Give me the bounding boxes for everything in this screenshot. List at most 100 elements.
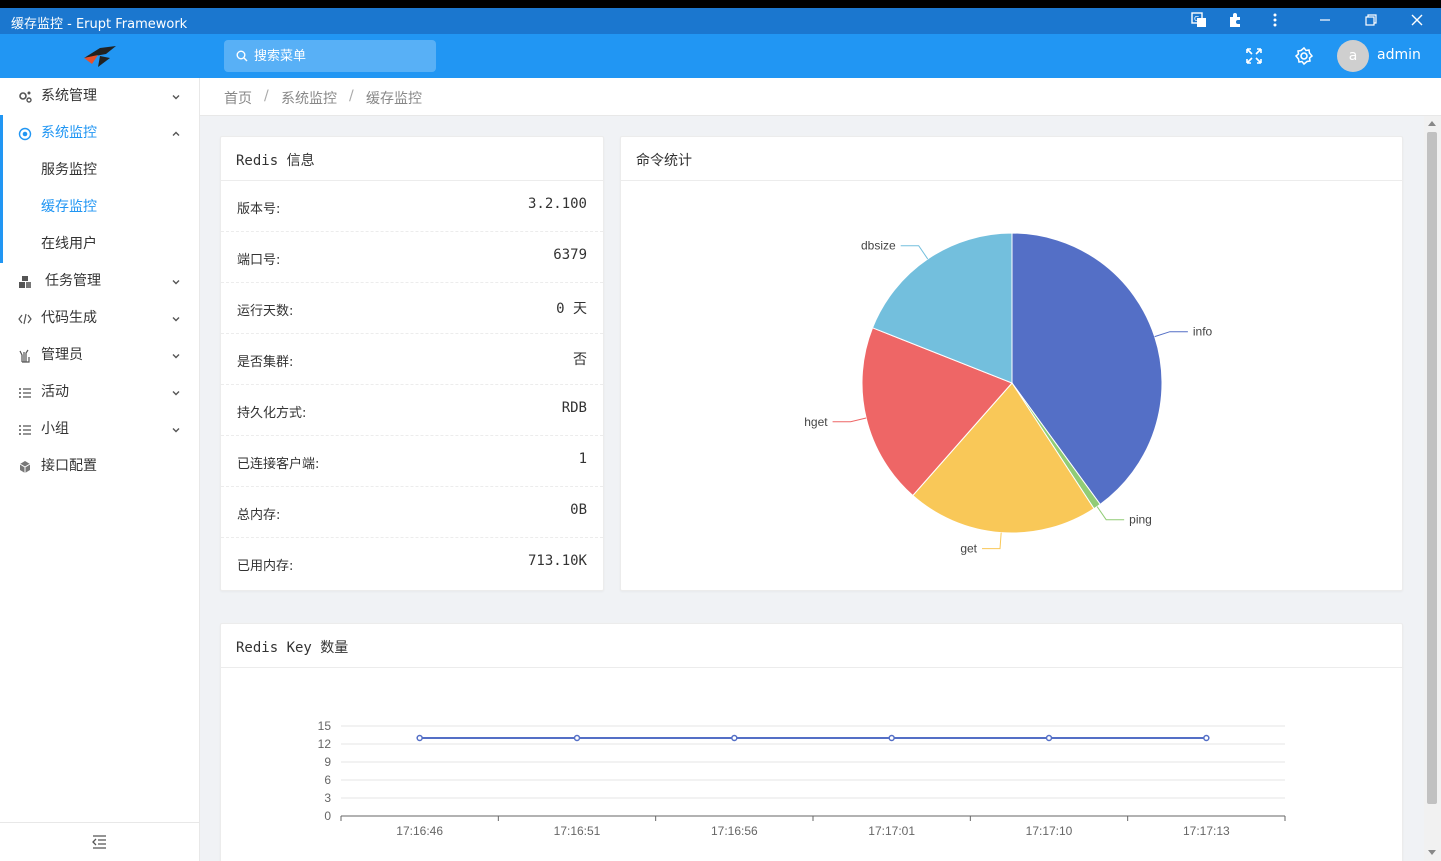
submenu-item-service-monitor[interactable]: 服务监控 [0,152,196,189]
list-icon [19,388,31,398]
data-point[interactable] [1045,734,1053,742]
info-label: 版本号: [237,202,281,217]
info-label: 端口号: [237,253,281,268]
code-icon [18,313,32,325]
data-point[interactable] [1203,734,1210,742]
chevron-down-icon [172,391,180,396]
data-point[interactable] [888,734,895,742]
data-point[interactable] [731,734,738,742]
sidebar-item-system-management[interactable]: 系统管理 [0,78,199,115]
list-icon [19,425,31,435]
breadcrumb-separator: / [349,88,354,104]
key-count-card: Redis Key 数量 0 3 6 9 12 15 17:16:46 17:16:51 17:… [220,623,1403,861]
y-tick-label: 12 [318,737,332,751]
chevron-down-icon [172,95,180,100]
chevron-down-icon [172,317,180,322]
sidebar-item-label: 活动 [41,384,69,400]
pie-label-line [1096,506,1125,521]
close-icon[interactable] [1408,12,1426,30]
scroll-up-icon[interactable] [1428,121,1436,126]
info-row: 是否集群: 否 [221,334,603,385]
data-point[interactable] [573,734,581,742]
card-title: Redis 信息 [236,153,315,169]
logo[interactable] [0,34,200,78]
redis-info-card: Redis 信息 版本号: 3.2.100 端口号: 6379 运行天数: 0 天是否集群… [220,136,604,591]
search-box[interactable] [224,40,436,72]
pie-label: get [960,542,977,556]
info-label: 运行天数: [237,304,294,319]
sidebar-item-label: 管理员 [41,347,83,363]
scrollbar-thumb[interactable] [1427,132,1437,804]
sidebar-item-group[interactable]: 小组 [0,411,199,448]
fullscreen-icon[interactable] [1244,46,1264,66]
cube-icon [19,461,31,473]
avatar[interactable]: a [1337,40,1369,72]
search-icon [236,50,248,62]
sidebar-item-label: 接口配置 [41,458,97,474]
sidebar-item-system-monitor[interactable]: 系统监控 [0,115,199,152]
x-tick-label: 17:17:13 [1183,824,1230,838]
pie-label: hget [804,415,828,429]
info-value: RDB [561,400,587,416]
y-tick-label: 3 [324,791,331,805]
sidebar-item-label: 系统管理 [41,88,97,104]
submenu-item-online-users[interactable]: 在线用户 [0,226,196,263]
x-tick-label: 17:17:10 [1026,824,1073,838]
info-row: 运行天数: 0 天 [221,283,603,334]
extensions-icon[interactable] [1226,12,1244,30]
submenu-item-cache-monitor[interactable]: 缓存监控 [0,189,196,226]
sidebar-footer [0,822,199,861]
chevron-down-icon [172,428,180,433]
breadcrumb-system-monitor[interactable]: 系统监控 [281,88,337,108]
window-titlebar: 缓存监控 - Erupt Framework G [0,0,1441,34]
translate-icon[interactable]: G [1190,12,1208,30]
pie-label-line [832,417,867,423]
pie-label-line [900,245,929,260]
app-header: a admin [0,34,1441,78]
restore-icon[interactable] [1362,12,1380,30]
info-row: 已用内存: 713.10K [221,538,603,589]
sidebar-item-code-generation[interactable]: 代码生成 [0,300,199,337]
info-value: 否 [573,352,587,368]
more-vert-icon[interactable] [1266,12,1284,30]
info-value: 0B [570,502,587,518]
info-label: 是否集群: [237,355,294,370]
breadcrumb-home[interactable]: 首页 [224,88,252,108]
card-title: Redis Key 数量 [236,640,349,656]
data-point[interactable] [416,734,423,742]
submenu-item-label: 缓存监控 [41,199,97,215]
sidebar-item-label: 代码生成 [41,310,97,326]
pie-label-line [982,532,1002,550]
x-tick-label: 17:16:51 [554,824,601,838]
username[interactable]: admin [1377,47,1421,63]
info-value: 6379 [553,247,587,263]
card-title: 命令统计 [636,153,692,169]
submenu-item-label: 服务监控 [41,162,97,178]
search-input[interactable] [254,40,429,72]
scroll-down-icon[interactable] [1428,850,1436,855]
sidebar-item-api-config[interactable]: 接口配置 [0,448,199,485]
pie-label: dbsize [861,239,896,253]
minimize-icon[interactable] [1316,12,1334,30]
breadcrumb-separator: / [264,88,269,104]
submenu-item-label: 在线用户 [41,236,97,252]
sidebar-item-task-management[interactable]: 任务管理 [0,263,199,300]
sidebar-item-label: 系统监控 [41,125,97,141]
info-value: 713.10K [527,553,587,569]
settings-icon[interactable] [1294,46,1314,66]
svg-text:G: G [1194,15,1199,23]
command-stats-card: 命令统计 info ping get hget dbsize [620,136,1403,591]
radar-icon [18,127,32,141]
info-row: 总内存: 0B [221,487,603,538]
y-tick-label: 9 [324,755,331,769]
info-label: 已用内存: [237,559,294,574]
vertical-scrollbar[interactable] [1424,116,1441,861]
sidebar-item-admin[interactable]: 管理员 [0,337,199,374]
y-tick-label: 0 [324,809,331,823]
gears-icon [19,91,32,103]
pie-label-line [1154,331,1188,338]
info-label: 已连接客户端: [237,457,320,472]
info-label: 总内存: [237,508,281,523]
collapse-menu-icon[interactable] [92,835,107,849]
sidebar-item-activity[interactable]: 活动 [0,374,199,411]
